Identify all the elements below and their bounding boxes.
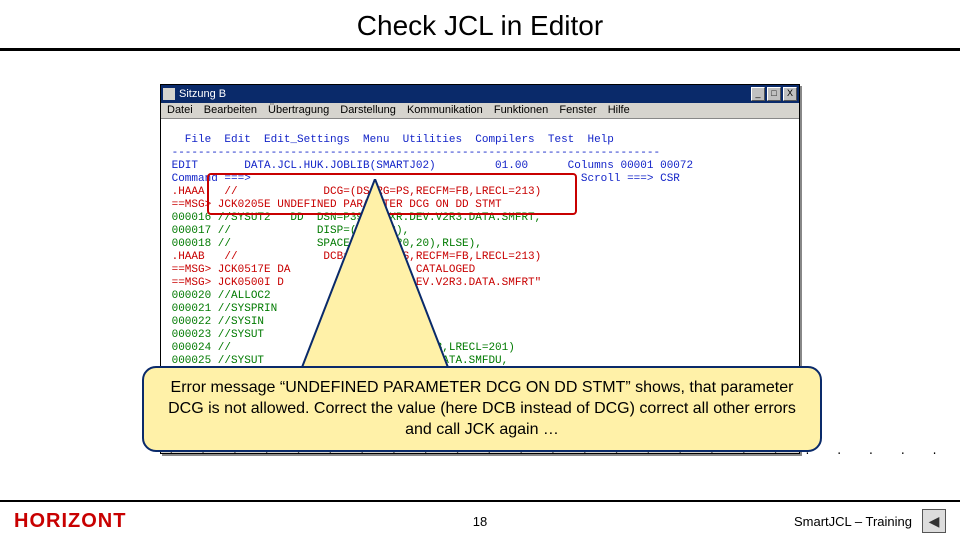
menu-item[interactable]: Übertragung — [268, 104, 329, 116]
code-line: 000016 //SYSUT2 DD DSN=P390A.XXR.DEV.V2R… — [165, 212, 541, 224]
window-title: Sitzung B — [179, 88, 226, 100]
code-line: ==MSG> JCK0517E DA IS ALREADY CATALOGED — [165, 264, 475, 276]
code-line: 000020 //ALLOC2 M=IEBGENER — [165, 290, 403, 302]
menu-item[interactable]: Kommunikation — [407, 104, 483, 116]
window-icon — [163, 88, 175, 100]
slide-title: Check JCL in Editor — [0, 0, 960, 48]
code-line: ==MSG> JCK0205E UNDEFINED PARAMETER DCG … — [165, 199, 502, 211]
nav-back-button[interactable]: ◀ — [922, 509, 946, 533]
title-underline — [0, 48, 960, 51]
arrow-left-icon: ◀ — [929, 513, 940, 530]
callout-box: Error message “UNDEFINED PARAMETER DCG O… — [142, 366, 822, 452]
maximize-button[interactable]: □ — [767, 87, 781, 101]
code-line: 000022 //SYSIN — [165, 316, 264, 328]
command-prompt[interactable]: Command ===> — [165, 173, 581, 185]
menu-item[interactable]: Fenster — [559, 104, 596, 116]
brand-logo: HORIZONT — [14, 510, 126, 533]
code-line: 000023 //SYSUT BLKSIZE=201, — [165, 329, 416, 341]
minimize-button[interactable]: _ — [751, 87, 765, 101]
code-line: 000021 //SYSPRIN T=* — [165, 303, 356, 315]
edit-label: EDIT DATA.JCL.HUK.JOBLIB(SMARTJ02) 01.00 — [165, 160, 568, 172]
code-line: ==MSG> JCK0500I D 390A.XXR.DEV.V2R3.DATA… — [165, 277, 541, 289]
columns-label: Columns 00001 00072 — [568, 160, 693, 172]
menu-item[interactable]: Datei — [167, 104, 193, 116]
scroll-label: Scroll ===> CSR — [581, 173, 687, 185]
ispf-menu[interactable]: File Edit Edit_Settings Menu Utilities C… — [165, 134, 614, 146]
code-line: .HAAA // DCG=(DSORG=PS,RECFM=FB,LRECL=21… — [165, 186, 541, 198]
code-line: .HAAB // DCB=(DSORG=PS,RECFM=FB,LRECL=21… — [165, 251, 541, 263]
code-line: 000024 // ORG=PS,RECFM=FB,LRECL=201) — [165, 342, 515, 354]
menu-item[interactable]: Funktionen — [494, 104, 548, 116]
code-line: 000017 // DISP=(,CATLG), — [165, 225, 409, 237]
menu-item[interactable]: Darstellung — [340, 104, 396, 116]
doc-title: SmartJCL – Training — [794, 514, 912, 529]
close-button[interactable]: X — [783, 87, 797, 101]
footer: HORIZONT 18 SmartJCL – Training ◀ — [0, 500, 960, 540]
page-number: 18 — [473, 514, 487, 529]
window-titlebar: Sitzung B _ □ X — [161, 85, 799, 103]
menu-item[interactable]: Hilfe — [608, 104, 630, 116]
code-line: 000018 // SPACE=(TRK,(20,20),RLSE), — [165, 238, 482, 250]
divider: ----------------------------------------… — [165, 147, 660, 159]
menu-item[interactable]: Bearbeiten — [204, 104, 257, 116]
window-menubar[interactable]: Datei Bearbeiten Übertragung Darstellung… — [161, 103, 799, 119]
